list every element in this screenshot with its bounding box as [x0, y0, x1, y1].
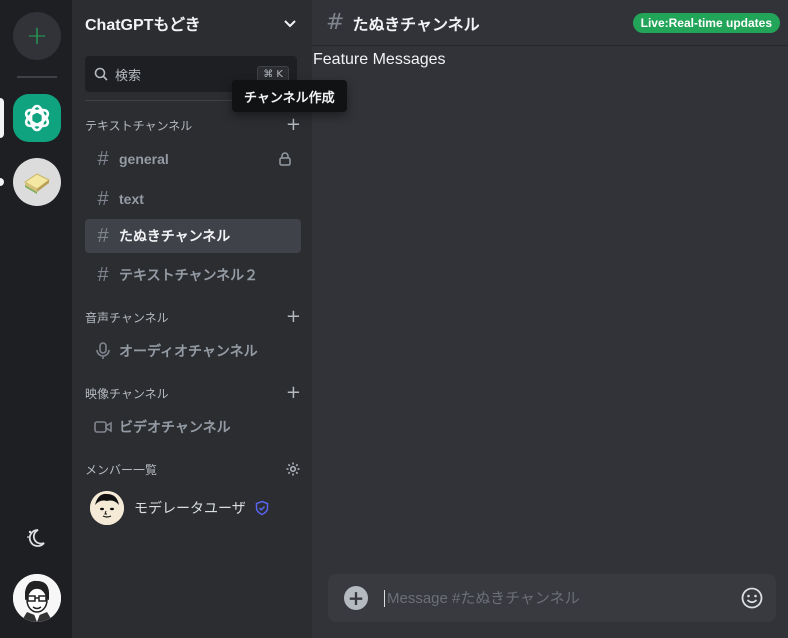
hash-icon: #: [97, 224, 109, 247]
member-avatar: [90, 491, 124, 525]
member-avatar-icon: [90, 491, 124, 525]
channel-text[interactable]: # text: [85, 182, 301, 216]
channel-label: たぬきチャンネル: [119, 228, 231, 244]
channel-title: たぬきチャンネル: [352, 16, 480, 34]
member-name: モデレータユーザ: [134, 500, 246, 516]
hash-icon: #: [97, 147, 109, 170]
plus-icon: +: [26, 21, 48, 51]
create-channel-tooltip: チャンネル作成: [232, 80, 347, 112]
microphone-icon: [96, 342, 110, 359]
main-content: # たぬきチャンネル Live:Real-time updates Featur…: [312, 0, 788, 638]
chevron-down-icon[interactable]: [282, 15, 298, 31]
live-status-badge: Live:Real-time updates: [632, 12, 780, 33]
category-members: メンバー一覧: [85, 460, 301, 478]
search-icon: [94, 67, 108, 81]
add-channel-icon[interactable]: +: [286, 308, 301, 326]
rail-divider: [17, 76, 57, 78]
server-sandwich[interactable]: [13, 158, 61, 206]
message-composer: +: [328, 574, 776, 622]
channel-label: オーディオチャンネル: [119, 343, 258, 359]
emoji-icon[interactable]: [740, 586, 764, 610]
hash-icon: #: [97, 263, 109, 286]
sandwich-icon: [24, 173, 50, 194]
category-label: 映像チャンネル: [85, 386, 169, 401]
server-header[interactable]: ChatGPTもどき: [72, 0, 312, 46]
channel-text-2[interactable]: # テキストチャンネル２: [85, 258, 301, 292]
server-name: ChatGPTもどき: [85, 17, 201, 34]
unread-indicator: [0, 178, 4, 186]
hash-icon: #: [326, 10, 345, 35]
category-voice-channels[interactable]: 音声チャンネル +: [85, 308, 301, 326]
member-item[interactable]: モデレータユーザ: [90, 490, 270, 526]
channel-label: ビデオチャンネル: [119, 419, 231, 435]
active-server-indicator: [0, 98, 4, 138]
server-chatgpt[interactable]: [13, 94, 61, 142]
add-channel-icon[interactable]: +: [286, 116, 301, 134]
video-camera-icon: [94, 421, 112, 433]
gear-icon[interactable]: [285, 461, 301, 477]
category-text-channels[interactable]: テキストチャンネル +: [85, 116, 301, 134]
add-server-button[interactable]: +: [13, 12, 61, 60]
category-label: メンバー一覧: [85, 462, 158, 477]
plus-icon: +: [347, 586, 365, 610]
channel-video[interactable]: ビデオチャンネル: [85, 410, 301, 444]
shield-icon: [255, 500, 268, 516]
hash-icon: #: [97, 187, 109, 210]
channel-audio[interactable]: オーディオチャンネル: [85, 334, 301, 368]
category-label: テキストチャンネル: [85, 118, 193, 133]
channel-tanuki[interactable]: # たぬきチャンネル: [85, 219, 301, 253]
category-label: 音声チャンネル: [85, 310, 169, 325]
lock-icon: [279, 152, 291, 166]
openai-logo-icon: [24, 104, 50, 132]
server-rail: +: [0, 0, 72, 638]
channel-general[interactable]: # general: [85, 142, 301, 176]
message-input[interactable]: [384, 589, 740, 607]
theme-toggle-icon[interactable]: [24, 526, 48, 550]
feature-messages-heading: Feature Messages: [313, 51, 446, 68]
category-video-channels[interactable]: 映像チャンネル +: [85, 384, 301, 402]
user-avatar-icon: [13, 574, 61, 622]
add-channel-icon[interactable]: +: [286, 384, 301, 402]
user-avatar[interactable]: [13, 574, 61, 622]
channel-label: テキストチャンネル２: [119, 267, 259, 283]
channel-label: text: [119, 191, 144, 207]
add-attachment-button[interactable]: +: [344, 586, 368, 610]
channel-header: # たぬきチャンネル Live:Real-time updates: [312, 0, 788, 46]
channel-label: general: [119, 151, 169, 167]
